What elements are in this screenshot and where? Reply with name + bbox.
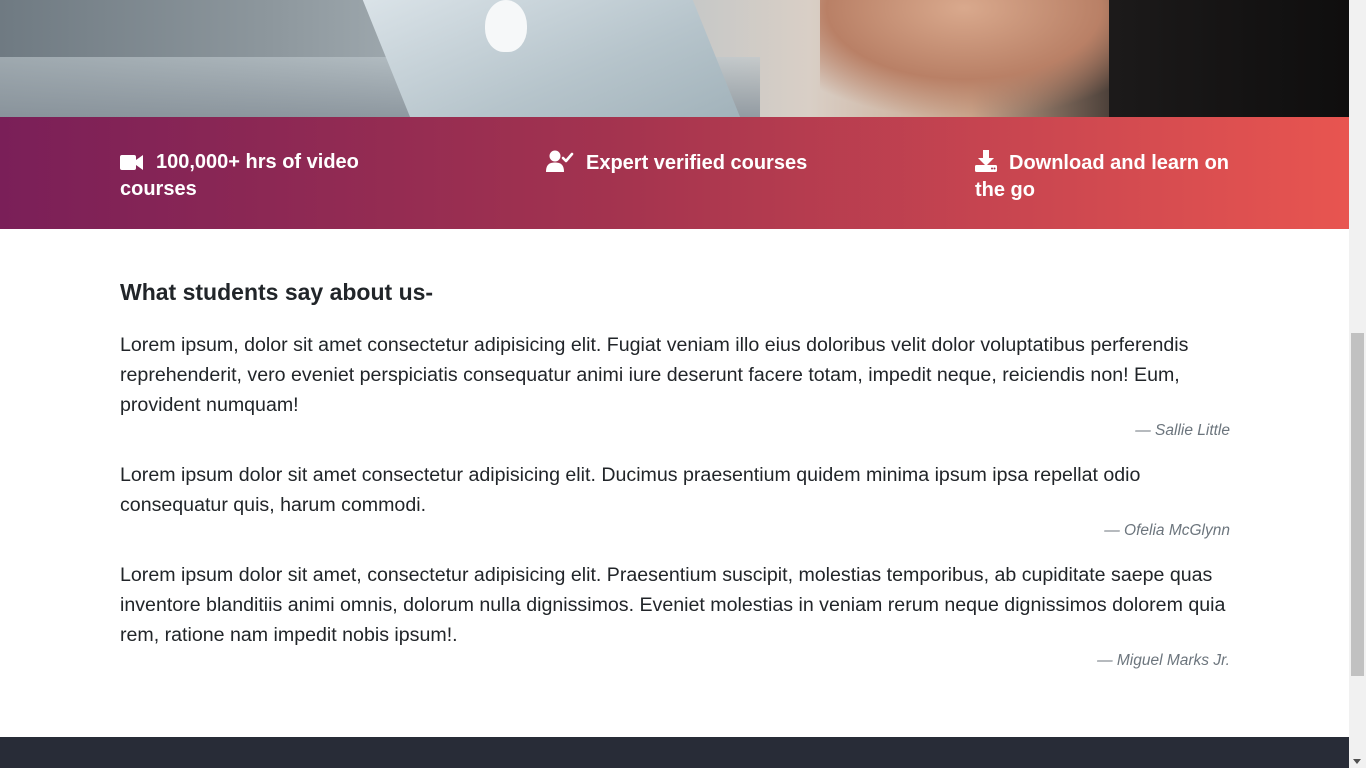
scroll-down-arrow-icon[interactable] (1353, 759, 1361, 764)
scrollbar-thumb[interactable] (1351, 333, 1364, 676)
testimonial-author: — Miguel Marks Jr. (1097, 652, 1230, 669)
video-camera-icon (120, 153, 144, 177)
hero-image (0, 0, 1349, 117)
footer (0, 737, 1349, 768)
feature-video-hours: 100,000+ hrs of video courses (120, 150, 380, 201)
page: 100,000+ hrs of video courses Expert ver… (0, 0, 1349, 768)
testimonial-author: — Ofelia McGlynn (1104, 522, 1230, 539)
feature-label: Expert verified courses (586, 152, 808, 174)
testimonials-title: What students say about us- (120, 279, 434, 305)
apple-logo-icon (485, 0, 527, 52)
user-check-icon (546, 150, 574, 178)
feature-label: Download and learn on the go (975, 152, 1230, 201)
feature-download: Download and learn on the go (975, 150, 1235, 202)
testimonial-quote: Lorem ipsum dolor sit amet, consectetur … (120, 564, 1226, 646)
vertical-scrollbar[interactable] (1349, 0, 1366, 768)
hero-laptop (354, 0, 746, 117)
download-icon (975, 150, 997, 178)
feature-label: 100,000+ hrs of video courses (120, 151, 359, 200)
testimonial-quote: Lorem ipsum, dolor sit amet consectetur … (120, 334, 1189, 416)
features-band: 100,000+ hrs of video courses Expert ver… (0, 117, 1349, 229)
testimonial-author: — Sallie Little (1135, 422, 1230, 439)
hero-shirt (1109, 0, 1349, 117)
feature-expert-verified: Expert verified courses (546, 150, 846, 178)
testimonial-quote: Lorem ipsum dolor sit amet consectetur a… (120, 464, 1141, 516)
